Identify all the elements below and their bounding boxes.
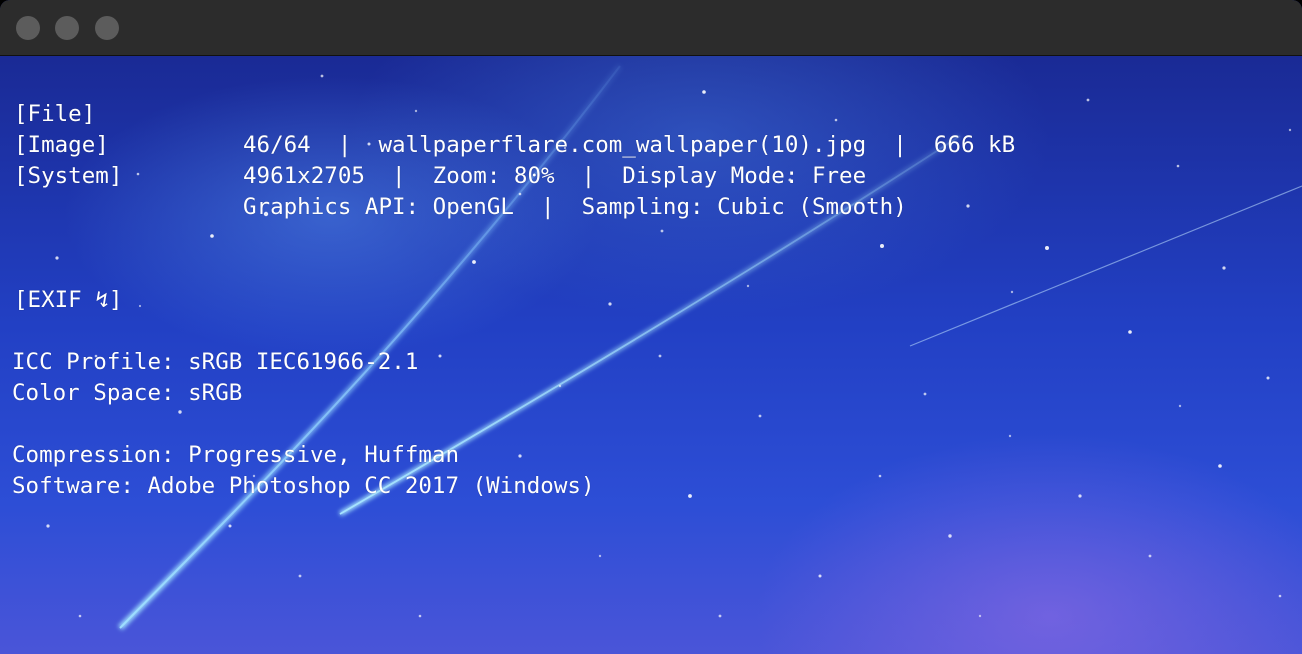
system-tag: [System]	[14, 163, 123, 189]
exif-header: [EXIF ↯]	[14, 287, 123, 313]
exif-icc-profile-row: ICC Profile: sRGB IEC61966-2.1	[0, 316, 418, 375]
image-viewport[interactable]: [File] 46/64 | wallpaperflare.com_wallpa…	[0, 56, 1302, 654]
exif-header-row: [EXIF ↯]	[0, 254, 122, 313]
title-bar[interactable]	[0, 0, 1302, 56]
file-info-value: 46/64 | wallpaperflare.com_wallpaper(10)…	[243, 132, 1016, 158]
close-window-button[interactable]	[16, 16, 40, 40]
maximize-window-button[interactable]	[95, 16, 119, 40]
image-info-value: 4961x2705 | Zoom: 80% | Display Mode: Fr…	[243, 163, 867, 189]
exif-color-space-row: Color Space: sRGB	[0, 347, 242, 406]
exif-software-row: Software: Adobe Photoshop CC 2017 (Windo…	[0, 440, 594, 499]
info-overlay: [File] 46/64 | wallpaperflare.com_wallpa…	[0, 56, 1302, 654]
minimize-window-button[interactable]	[55, 16, 79, 40]
system-info-row: [System] Graphics API: OpenGL | Sampling…	[0, 130, 907, 220]
system-info-value: Graphics API: OpenGL | Sampling: Cubic (…	[243, 194, 907, 220]
exif-compression-row: Compression: Progressive, Huffman	[0, 409, 459, 468]
image-info-row: [Image] 4961x2705 | Zoom: 80% | Display …	[0, 99, 866, 189]
exif-color-space: Color Space: sRGB	[12, 380, 243, 406]
exif-software: Software: Adobe Photoshop CC 2017 (Windo…	[12, 473, 595, 499]
file-info-row: [File] 46/64 | wallpaperflare.com_wallpa…	[0, 68, 1015, 158]
image-viewer-window: [File] 46/64 | wallpaperflare.com_wallpa…	[0, 0, 1302, 654]
